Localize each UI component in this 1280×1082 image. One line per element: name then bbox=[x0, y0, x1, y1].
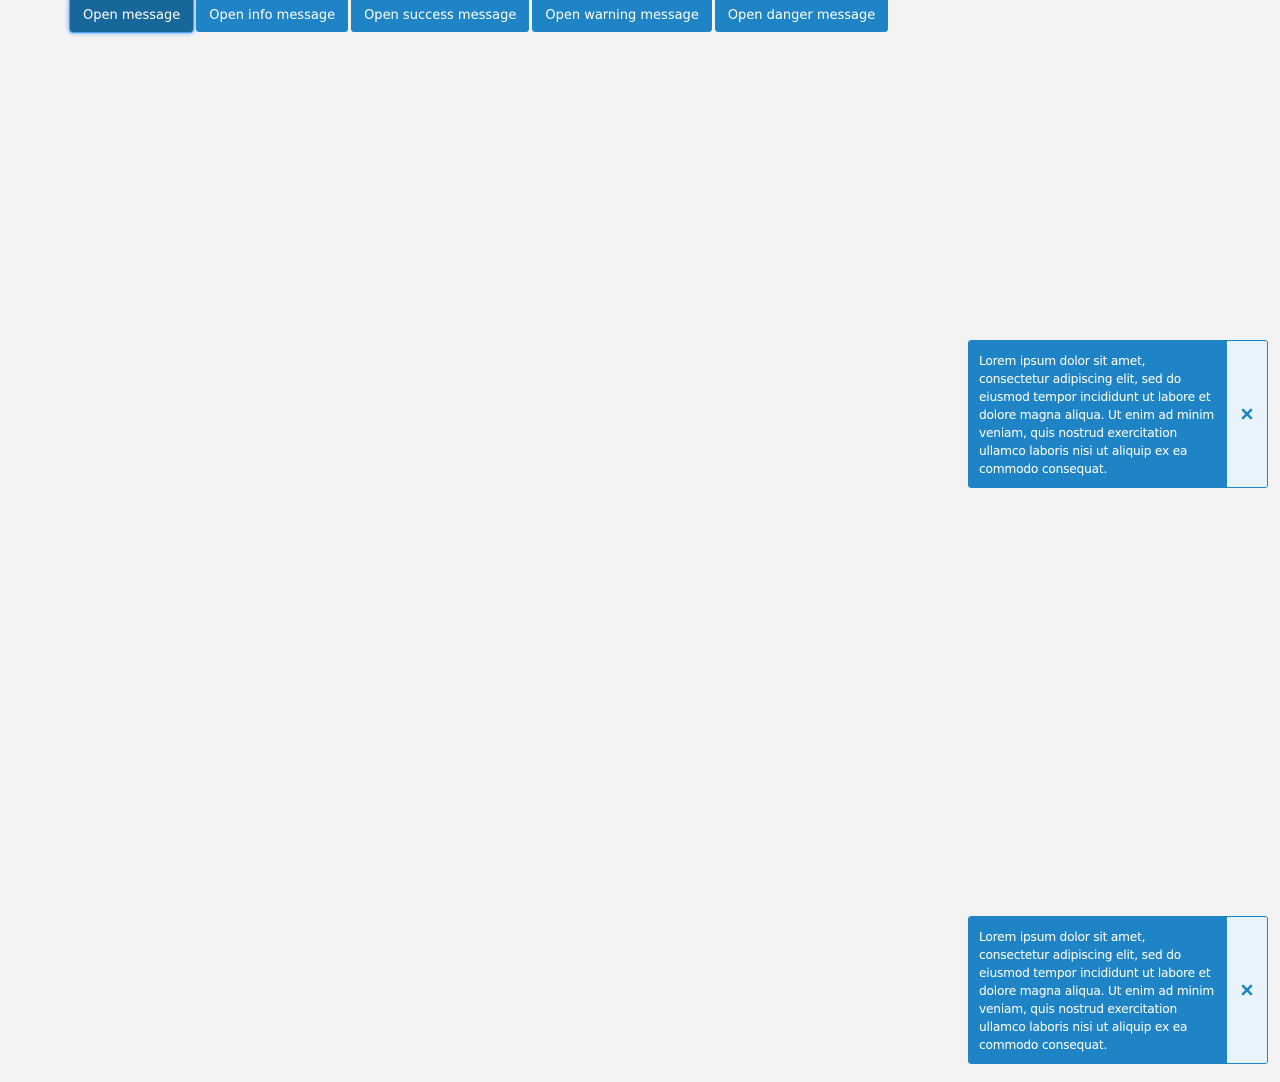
toast-close-button[interactable] bbox=[1227, 341, 1267, 487]
open-info-message-button[interactable]: Open info message bbox=[196, 0, 349, 32]
toast-message-text: Lorem ipsum dolor sit amet, consectetur … bbox=[969, 917, 1227, 1063]
open-warning-message-button[interactable]: Open warning message bbox=[532, 0, 712, 32]
message-button-toolbar: Open message Open info message Open succ… bbox=[70, 0, 889, 32]
message-toast: Lorem ipsum dolor sit amet, consectetur … bbox=[968, 916, 1268, 1064]
message-toast: Lorem ipsum dolor sit amet, consectetur … bbox=[968, 340, 1268, 488]
close-icon bbox=[1241, 984, 1253, 996]
open-danger-message-button[interactable]: Open danger message bbox=[714, 0, 889, 32]
open-success-message-button[interactable]: Open success message bbox=[351, 0, 530, 32]
close-icon bbox=[1241, 408, 1253, 420]
toast-message-text: Lorem ipsum dolor sit amet, consectetur … bbox=[969, 341, 1227, 487]
open-message-button[interactable]: Open message bbox=[70, 0, 194, 32]
toast-close-button[interactable] bbox=[1227, 917, 1267, 1063]
